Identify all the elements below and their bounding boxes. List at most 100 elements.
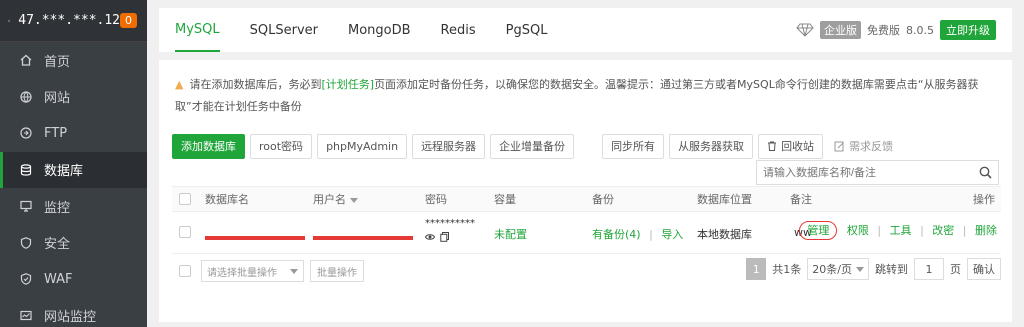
warning-icon: ▲	[175, 78, 184, 91]
sidebar-item-monitor[interactable]: 监控	[0, 188, 147, 225]
database-icon	[20, 164, 32, 176]
tools-link[interactable]: 工具	[890, 224, 912, 237]
sidebar-item-site-monitor[interactable]: 网站监控	[0, 298, 147, 327]
copy-icon[interactable]	[440, 232, 450, 242]
select-all-checkbox[interactable]	[179, 193, 191, 205]
sidebar-item-label: 首页	[44, 54, 71, 70]
current-page[interactable]: 1	[746, 258, 767, 280]
notification-badge[interactable]: 0	[120, 13, 137, 28]
recycle-bin-button[interactable]: 回收站	[758, 133, 824, 159]
sidebar-item-label: 监控	[44, 200, 71, 216]
site-monitor-icon	[20, 310, 32, 322]
chevron-down-icon	[290, 268, 298, 274]
col-username[interactable]: 用户名	[313, 191, 358, 207]
recycle-bin-label: 回收站	[781, 140, 815, 153]
enterprise-tag[interactable]: 企业版	[820, 21, 861, 39]
delete-link[interactable]: 删除	[975, 224, 997, 237]
version-label: 8.0.5	[906, 23, 934, 37]
enterprise-backup-button[interactable]: 企业增量备份	[490, 133, 575, 159]
sidebar-item-database[interactable]: 数据库	[0, 151, 147, 188]
manage-link[interactable]: 管理	[799, 221, 838, 240]
fetch-from-server-button[interactable]: 从服务器获取	[669, 133, 754, 159]
sidebar-item-label: 网站	[44, 91, 71, 107]
col-location: 数据库位置	[697, 193, 752, 206]
phpmyadmin-button[interactable]: phpMyAdmin	[317, 133, 408, 159]
row-checkbox[interactable]	[179, 226, 191, 238]
username-redacted	[313, 230, 413, 243]
db-type-tabs: MySQL SQLServer MongoDB Redis PgSQL 企业版 …	[159, 8, 1012, 52]
table-row: ********** 未配置 有备份(4) | 导入 本地数据库 ww 管理 权…	[172, 212, 1001, 254]
monitor-icon	[20, 200, 32, 212]
col-backup: 备份	[592, 193, 614, 206]
tab-pgsql[interactable]: PgSQL	[506, 8, 548, 52]
total-count: 共1条	[772, 263, 802, 276]
pagination: 1 共1条 20条/页 跳转到 1 页 确认	[746, 258, 1001, 280]
table-footer: 请选择批量操作 批量操作 1 共1条 20条/页 跳转到 1 页 确认	[172, 258, 1001, 286]
backup-separator: |	[649, 228, 653, 241]
remote-server-button[interactable]: 远程服务器	[412, 133, 486, 159]
edit-icon	[834, 141, 844, 151]
jump-confirm-button[interactable]: 确认	[967, 258, 1001, 280]
import-link[interactable]: 导入	[661, 228, 683, 241]
sidebar-item-shield[interactable]: 安全	[0, 225, 147, 262]
tab-redis[interactable]: Redis	[441, 8, 476, 52]
add-database-button[interactable]: 添加数据库	[172, 133, 245, 159]
col-db-name[interactable]: 数据库名	[205, 191, 249, 207]
notice-text-1: 请在添加数据库后，务必到	[189, 78, 322, 91]
col-capacity: 容量	[494, 193, 516, 206]
location-value: 本地数据库	[697, 228, 752, 241]
tab-sqlserver[interactable]: SQLServer	[250, 8, 318, 52]
batch-action-select[interactable]: 请选择批量操作	[201, 260, 304, 282]
cron-task-link[interactable]: [计划任务]	[321, 78, 374, 91]
col-username-label: 用户名	[313, 193, 346, 206]
sidebar: 47.***.***.12 0 首页 网站 FTP 数据库 监控 安全 WAF 网站监控	[0, 0, 147, 327]
backup-cell: 有备份(4) | 导入	[592, 226, 683, 242]
backup-notice: ▲ 请在添加数据库后，务必到[计划任务]页面添加定时备份任务，以确保您的数据安全。…	[175, 74, 995, 118]
jump-page-input[interactable]: 1	[914, 258, 944, 280]
db-name-redacted[interactable]	[205, 230, 305, 243]
database-table: 数据库名 用户名 密码 容量 备份 数据库位置 备注 操作 **********…	[172, 186, 1001, 254]
page-unit-label: 页	[950, 263, 961, 276]
diamond-icon	[796, 23, 814, 37]
waf-icon	[20, 273, 32, 286]
feedback-link[interactable]: 需求反馈	[834, 138, 893, 154]
change-password-link[interactable]: 改密	[932, 224, 954, 237]
main-panel: ▲ 请在添加数据库后，务必到[计划任务]页面添加定时备份任务，以确保您的数据安全。…	[159, 60, 1012, 322]
sort-caret-icon	[350, 198, 358, 203]
page-size-select[interactable]: 20条/页	[807, 258, 869, 280]
server-shield-icon	[8, 19, 11, 22]
row-actions: 管理 权限 | 工具 | 改密 | 删除	[799, 221, 997, 240]
sidebar-item-label: WAF	[44, 271, 73, 287]
table-header: 数据库名 用户名 密码 容量 备份 数据库位置 备注 操作	[172, 186, 1001, 212]
sidebar-item-ftp[interactable]: FTP	[0, 115, 147, 152]
footer-select-all-checkbox[interactable]	[179, 265, 191, 277]
free-edition-label: 免费版	[867, 24, 900, 37]
globe-icon	[20, 91, 32, 103]
sidebar-item-waf[interactable]: WAF	[0, 261, 147, 298]
sidebar-item-label: 数据库	[44, 164, 84, 180]
tab-mongodb[interactable]: MongoDB	[348, 8, 411, 52]
batch-action-button[interactable]: 批量操作	[310, 260, 364, 282]
ftp-icon	[20, 127, 32, 139]
sync-all-button[interactable]: 同步所有	[602, 133, 665, 159]
col-remark: 备注	[790, 193, 812, 206]
capacity-unset[interactable]: 未配置	[494, 226, 527, 242]
eye-icon[interactable]	[425, 232, 435, 242]
upgrade-button[interactable]: 立即升级	[940, 20, 996, 40]
sidebar-item-label: FTP	[44, 125, 68, 141]
backup-count-link[interactable]: 有备份(4)	[592, 228, 641, 241]
sidebar-item-home[interactable]: 首页	[0, 42, 147, 79]
sidebar-item-globe[interactable]: 网站	[0, 79, 147, 116]
password-masked: **********	[425, 218, 475, 229]
feedback-label: 需求反馈	[849, 140, 894, 153]
search-input[interactable]	[763, 166, 979, 179]
trash-icon	[768, 141, 777, 151]
permission-link[interactable]: 权限	[847, 224, 869, 237]
search-icon[interactable]	[979, 166, 992, 179]
password-cell: **********	[425, 218, 475, 242]
tab-mysql[interactable]: MySQL	[175, 8, 220, 52]
col-password: 密码	[425, 193, 447, 206]
toolbar: 添加数据库 root密码 phpMyAdmin 远程服务器 企业增量备份 同步所…	[172, 133, 1001, 159]
root-password-button[interactable]: root密码	[250, 133, 313, 159]
page-size-value: 20条/页	[812, 263, 852, 276]
